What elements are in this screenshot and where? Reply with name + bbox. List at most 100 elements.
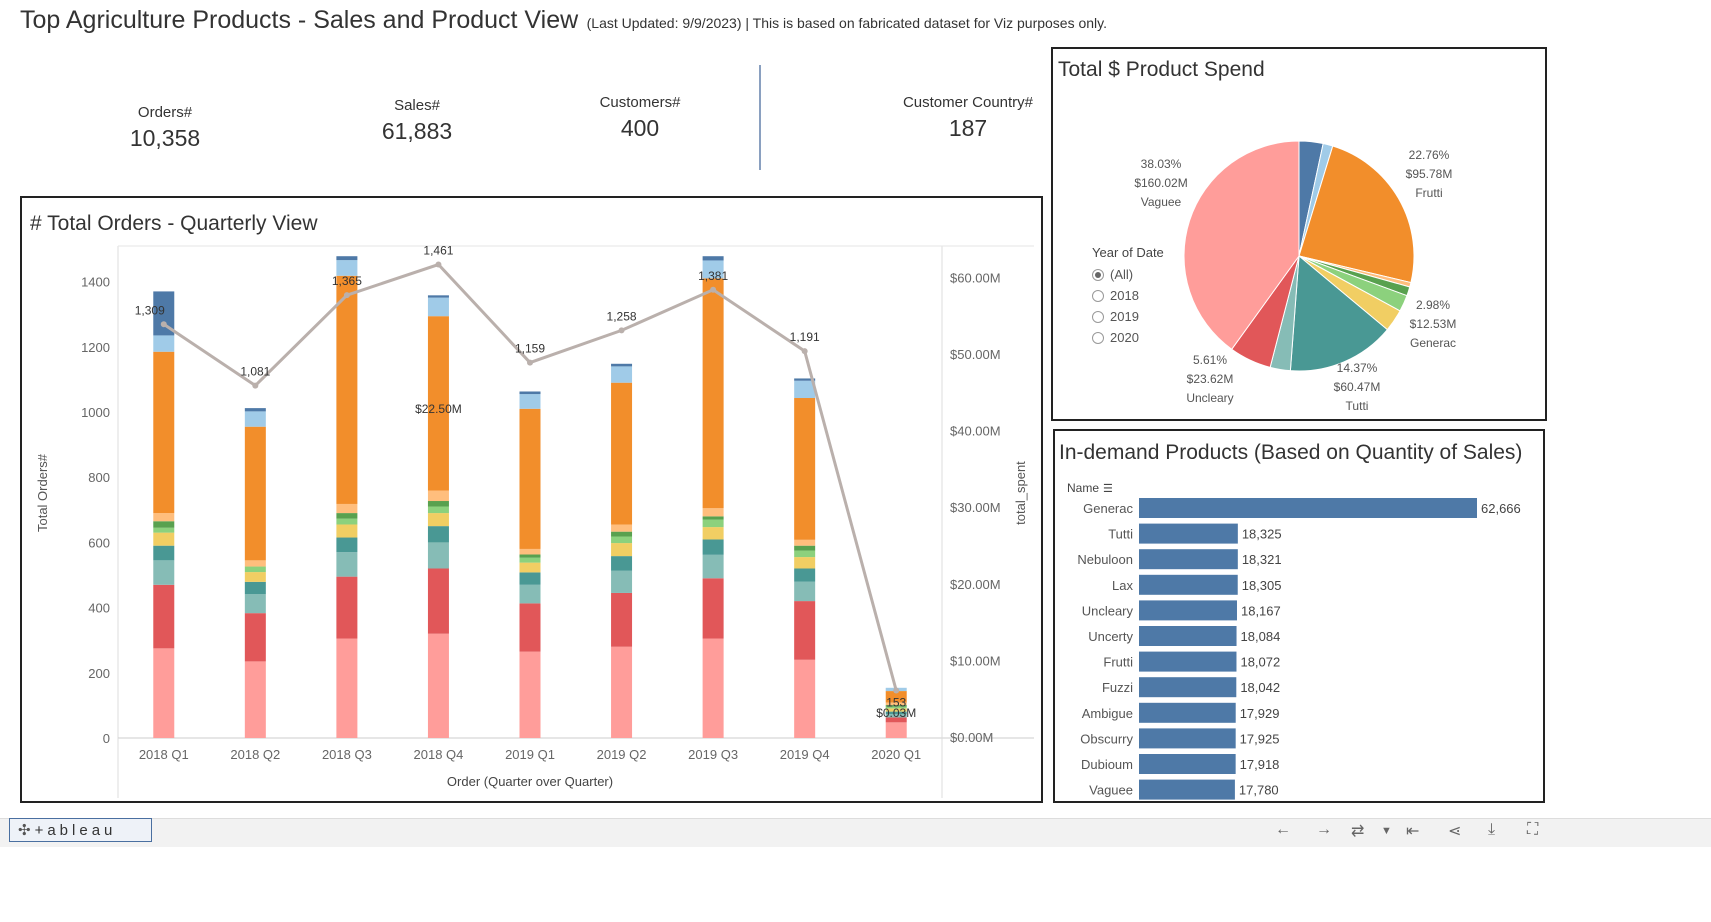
bar-segment bbox=[702, 278, 724, 509]
pie-pct-label: 22.76% bbox=[1409, 148, 1450, 162]
x-axis-title: Order (Quarter over Quarter) bbox=[447, 774, 613, 789]
bar-segment bbox=[794, 601, 816, 660]
kpi-value: 187 bbox=[948, 115, 988, 141]
bar-segment bbox=[519, 408, 541, 549]
bar-segment bbox=[519, 394, 541, 409]
line-data-label: 1,258 bbox=[607, 309, 637, 323]
pie-name-label: Frutti bbox=[1415, 186, 1442, 200]
bar-segment bbox=[336, 518, 358, 525]
x-tick-label: 2019 Q4 bbox=[780, 747, 830, 762]
year-filter-legend: Year of Date (All) 2018 2019 2020 bbox=[1092, 245, 1164, 348]
pie-pct-label: 14.37% bbox=[1337, 361, 1378, 375]
pie-pct-label: 5.61% bbox=[1193, 353, 1227, 367]
option-label: 2019 bbox=[1110, 309, 1139, 324]
annotation-label: $22.50M bbox=[415, 402, 462, 416]
line-point bbox=[893, 687, 900, 694]
bar-segment bbox=[244, 613, 266, 662]
radio-icon[interactable] bbox=[1092, 310, 1104, 323]
bar-segment bbox=[611, 382, 633, 525]
in-demand-products-chart[interactable]: Name ☰ Generac 62,666 Tutti 18,325 Nebuloon 18,… bbox=[1055, 470, 1543, 800]
line-data-label: 1,309 bbox=[135, 303, 165, 317]
year-option-2019[interactable]: 2019 bbox=[1092, 306, 1164, 327]
product-name-label: Frutti bbox=[1103, 655, 1133, 670]
bar-segment bbox=[153, 584, 175, 649]
download-icon[interactable]: ⤓ bbox=[1488, 821, 1495, 839]
kpi-sales: Sales# 61,883 bbox=[357, 97, 477, 145]
undo-icon[interactable]: ← bbox=[1275, 821, 1291, 839]
line-point bbox=[801, 348, 808, 355]
year-option-all[interactable]: (All) bbox=[1092, 264, 1164, 285]
line-data-label: 1,159 bbox=[515, 342, 545, 356]
year-option-2020[interactable]: 2020 bbox=[1092, 327, 1164, 348]
product-bar bbox=[1139, 523, 1238, 544]
bar-segment bbox=[244, 581, 266, 595]
product-name-label: Uncleary bbox=[1082, 603, 1134, 618]
bar-segment bbox=[244, 411, 266, 427]
y-tick-label: 1000 bbox=[81, 405, 110, 420]
product-value-label: 18,305 bbox=[1242, 578, 1282, 593]
fullscreen-icon[interactable]: ⛶ bbox=[1527, 821, 1538, 839]
pie-name-label: Tutti bbox=[1346, 399, 1369, 413]
bar-segment bbox=[244, 560, 266, 567]
pie-amount-label: $12.53M bbox=[1410, 317, 1457, 331]
tableau-logo[interactable]: ✣ +ableau bbox=[9, 818, 152, 842]
radio-selected-icon[interactable] bbox=[1092, 268, 1104, 281]
product-value-label: 62,666 bbox=[1481, 501, 1521, 516]
line-point bbox=[618, 327, 625, 334]
x-tick-label: 2019 Q1 bbox=[505, 747, 555, 762]
line-data-label: 1,381 bbox=[698, 269, 728, 283]
product-bar bbox=[1139, 779, 1235, 800]
bar-segment bbox=[794, 557, 816, 569]
y-tick-label: 1200 bbox=[81, 340, 110, 355]
line-point bbox=[160, 321, 167, 328]
product-name-label: Vaguee bbox=[1089, 783, 1133, 798]
bar-segment bbox=[794, 550, 816, 558]
y2-axis-title: total_spent bbox=[1013, 461, 1028, 525]
bar-segment bbox=[336, 524, 358, 538]
bar-segment bbox=[244, 408, 266, 412]
bar-segment bbox=[611, 363, 633, 367]
redo-icon[interactable]: → bbox=[1316, 821, 1332, 839]
bar-segment bbox=[519, 651, 541, 738]
bar-segment bbox=[153, 560, 175, 585]
revert-icon[interactable]: ⇄ bbox=[1351, 821, 1364, 841]
pie-chart-title: Total $ Product Spend bbox=[1058, 58, 1265, 81]
product-value-label: 18,042 bbox=[1240, 680, 1280, 695]
chevron-down-icon[interactable]: ▼ bbox=[1381, 825, 1392, 837]
product-value-label: 18,321 bbox=[1242, 552, 1282, 567]
bar-segment bbox=[427, 506, 449, 514]
share-icon[interactable]: ⋖ bbox=[1448, 821, 1461, 841]
dashboard-subtitle: (Last Updated: 9/9/2023) | This is based… bbox=[586, 15, 1108, 31]
bar-segment bbox=[702, 256, 724, 261]
line-data-label: 1,081 bbox=[240, 365, 270, 379]
name-column-header: Name bbox=[1067, 481, 1099, 495]
bar-segment bbox=[519, 572, 541, 585]
option-label: 2020 bbox=[1110, 330, 1139, 345]
product-name-label: Fuzzi bbox=[1102, 680, 1133, 695]
bar-segment bbox=[611, 524, 633, 532]
bar-segment bbox=[794, 539, 816, 546]
option-label: (All) bbox=[1110, 267, 1134, 282]
pie-name-label: Vaguee bbox=[1141, 195, 1182, 209]
option-label: 2018 bbox=[1110, 288, 1139, 303]
y-tick-label: 0 bbox=[103, 731, 110, 746]
reset-icon[interactable]: ⇤ bbox=[1406, 821, 1419, 841]
year-option-2018[interactable]: 2018 bbox=[1092, 285, 1164, 306]
bar-segment bbox=[702, 516, 724, 520]
bar-segment bbox=[519, 554, 541, 558]
quarterly-orders-chart[interactable]: 0 200 400 600 800 1000 1200 1400 $0.00M $10.00M $2… bbox=[22, 238, 1041, 798]
annotation-label: $0.03M bbox=[876, 706, 916, 720]
radio-icon[interactable] bbox=[1092, 331, 1104, 344]
legend-title: Year of Date bbox=[1092, 245, 1164, 260]
line-data-label: 1,461 bbox=[423, 244, 453, 258]
bar-segment bbox=[244, 566, 266, 573]
radio-icon[interactable] bbox=[1092, 289, 1104, 302]
x-tick-label: 2018 Q3 bbox=[322, 747, 372, 762]
bar-segment bbox=[336, 275, 358, 504]
bar-segment bbox=[702, 578, 724, 639]
line-point bbox=[343, 292, 350, 299]
bar-segment bbox=[427, 297, 449, 317]
bar-segment bbox=[244, 661, 266, 738]
bar-segment bbox=[702, 508, 724, 517]
bar-segment bbox=[427, 568, 449, 634]
